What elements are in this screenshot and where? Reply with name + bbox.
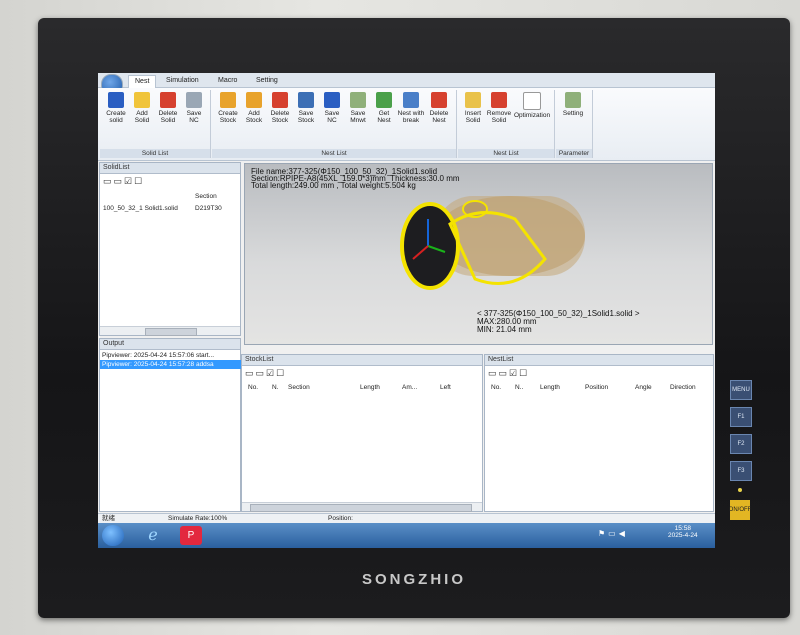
save-stock-icon bbox=[298, 92, 314, 108]
nestlist-toolbar[interactable]: ▭▭☑☐ bbox=[488, 368, 529, 378]
f1-hardware-button[interactable]: F1 bbox=[730, 407, 752, 427]
stocklist-toolbar[interactable]: ▭▭☑☐ bbox=[245, 368, 286, 378]
clock-date: 2025-4-24 bbox=[668, 532, 698, 539]
add-stock-icon bbox=[246, 92, 262, 108]
optimization-button[interactable]: Optimization bbox=[512, 92, 552, 119]
tab-setting[interactable]: Setting bbox=[250, 75, 284, 87]
clock-time: 15:58 bbox=[674, 525, 691, 532]
add-stock-button[interactable]: Add Stock bbox=[241, 92, 267, 124]
group-nest-list: Create Stock Add Stock Delete Stock Save… bbox=[212, 90, 457, 158]
get-nest-icon bbox=[376, 92, 392, 108]
group-label-parameter: Parameter bbox=[556, 149, 592, 158]
setting-icon bbox=[565, 92, 581, 108]
ribbon-tabs: Nest Simulation Macro Setting bbox=[98, 73, 715, 96]
stocklist-col-section: Section bbox=[288, 384, 310, 391]
solidlist-hscrollbar[interactable] bbox=[100, 326, 240, 336]
stocklist-col-left: Left bbox=[440, 384, 451, 391]
nestlist-col-direction: Direction bbox=[670, 384, 696, 391]
solidlist-panel: SolidList ▭▭☑☐ Section 100_50_32_1 Solid… bbox=[99, 162, 241, 336]
solidlist-row-section: D219T30 bbox=[195, 205, 222, 212]
optimization-icon bbox=[523, 92, 541, 110]
insert-solid-button[interactable]: Insert Solid bbox=[460, 92, 486, 124]
remove-solid-button[interactable]: Remove Solid bbox=[486, 92, 512, 124]
ie-icon[interactable]: ℯ bbox=[142, 526, 164, 545]
taskbar: ℯ P ⚑▭◀ 15:58 2025-4-24 bbox=[98, 523, 715, 548]
tray-icons[interactable]: ⚑▭◀ bbox=[598, 529, 628, 538]
solidlist-col-section: Section bbox=[195, 193, 217, 200]
stocklist-hscrollbar[interactable] bbox=[242, 502, 482, 512]
stocklist-scroll-thumb[interactable] bbox=[250, 504, 472, 512]
tab-macro[interactable]: Macro bbox=[212, 75, 243, 87]
nestlist-title: NestList bbox=[485, 355, 713, 366]
ribbon: Create solid Add Solid Delete Solid Save… bbox=[98, 88, 715, 161]
remove-solid-icon bbox=[491, 92, 507, 108]
group-solid-list: Create solid Add Solid Delete Solid Save… bbox=[100, 90, 211, 158]
stocklist-col-length: Length bbox=[360, 384, 380, 391]
save-nc-stock-icon bbox=[324, 92, 340, 108]
clock[interactable]: 15:58 2025-4-24 bbox=[668, 525, 698, 539]
brand-logo: SONGZHIO bbox=[361, 571, 466, 588]
delete-nest-button[interactable]: Delete Nest bbox=[426, 92, 452, 124]
solidlist-toolbar[interactable]: ▭▭☑☐ bbox=[103, 176, 144, 186]
f3-hardware-button[interactable]: F3 bbox=[730, 461, 752, 481]
stocklist-col-amount: Am... bbox=[402, 384, 418, 391]
stocklist-col-no: No. bbox=[248, 384, 259, 391]
save-stock-button[interactable]: Save Stock bbox=[293, 92, 319, 124]
tab-simulation[interactable]: Simulation bbox=[160, 75, 205, 87]
output-panel: Output Pipviewer: 2025-04-24 15:57:06 st… bbox=[99, 338, 242, 512]
save-mnwt-button[interactable]: Save Mnwt bbox=[345, 92, 371, 124]
output-line-2[interactable]: Pipviewer: 2025-04-24 15:57:28 addsa bbox=[100, 360, 242, 369]
solidlist-scroll-thumb[interactable] bbox=[145, 328, 197, 336]
create-stock-button[interactable]: Create Stock bbox=[215, 92, 241, 124]
stocklist-title: StockList bbox=[242, 355, 482, 366]
pipviewer-taskbar-icon[interactable]: P bbox=[180, 526, 202, 545]
3d-viewport[interactable]: File name:377-325(Φ150_100_50_32)_1Solid… bbox=[244, 163, 713, 345]
nest-with-break-icon bbox=[403, 92, 419, 108]
delete-nest-icon bbox=[431, 92, 447, 108]
insert-solid-icon bbox=[465, 92, 481, 108]
delete-stock-button[interactable]: Delete Stock bbox=[267, 92, 293, 124]
delete-solid-button[interactable]: Delete Solid bbox=[155, 92, 181, 124]
save-nc-icon bbox=[186, 92, 202, 108]
solidlist-row-name[interactable]: 100_50_32_1 Solid1.solid bbox=[103, 205, 178, 212]
group-label-nest-list: Nest List bbox=[212, 149, 456, 158]
stocklist-panel: StockList ▭▭☑☐ No. N. Section Length Am.… bbox=[241, 354, 483, 512]
create-stock-icon bbox=[220, 92, 236, 108]
group-label-nest-list-2: Nest List bbox=[458, 149, 554, 158]
setting-button[interactable]: Setting bbox=[560, 92, 586, 117]
create-solid-icon bbox=[108, 92, 124, 108]
app-screen: Nest Simulation Macro Setting Create sol… bbox=[98, 73, 715, 548]
output-title: Output bbox=[100, 339, 240, 350]
stocklist-col-n: N. bbox=[272, 384, 279, 391]
onoff-hardware-button[interactable]: ON/OFF bbox=[729, 500, 751, 520]
solidlist-title: SolidList bbox=[100, 163, 240, 174]
start-button[interactable] bbox=[102, 525, 124, 546]
create-solid-button[interactable]: Create solid bbox=[103, 92, 129, 124]
delete-stock-icon bbox=[272, 92, 288, 108]
group-label-solid-list: Solid List bbox=[100, 149, 210, 158]
add-solid-button[interactable]: Add Solid bbox=[129, 92, 155, 124]
tab-nest[interactable]: Nest bbox=[128, 75, 157, 88]
save-mnwt-icon bbox=[350, 92, 366, 108]
menu-hardware-button[interactable]: MENU bbox=[730, 380, 752, 400]
view-info-min: MIN: 21.04 mm bbox=[477, 325, 532, 334]
nestlist-panel: NestList ▭▭☑☐ No. N.. Length Position An… bbox=[484, 354, 714, 512]
group-nest-list-2: Insert Solid Remove Solid Optimization N… bbox=[458, 90, 555, 158]
f2-hardware-button[interactable]: F2 bbox=[730, 434, 752, 454]
get-nest-button[interactable]: Get Nest bbox=[371, 92, 397, 124]
save-nc-stock-button[interactable]: Save NC bbox=[319, 92, 345, 124]
nestlist-col-no: No. bbox=[491, 384, 502, 391]
add-solid-icon bbox=[134, 92, 150, 108]
group-parameter: Setting Parameter bbox=[556, 90, 593, 158]
nest-with-break-button[interactable]: Nest with break bbox=[397, 92, 425, 124]
power-led bbox=[738, 488, 742, 492]
delete-solid-icon bbox=[160, 92, 176, 108]
save-nc-button[interactable]: Save NC bbox=[181, 92, 207, 124]
nestlist-col-length: Length bbox=[540, 384, 560, 391]
nestlist-col-position: Position bbox=[585, 384, 609, 391]
nestlist-col-n: N.. bbox=[515, 384, 524, 391]
output-line-1: Pipviewer: 2025-04-24 15:57:06 start... bbox=[102, 352, 215, 359]
nestlist-col-angle: Angle bbox=[635, 384, 652, 391]
